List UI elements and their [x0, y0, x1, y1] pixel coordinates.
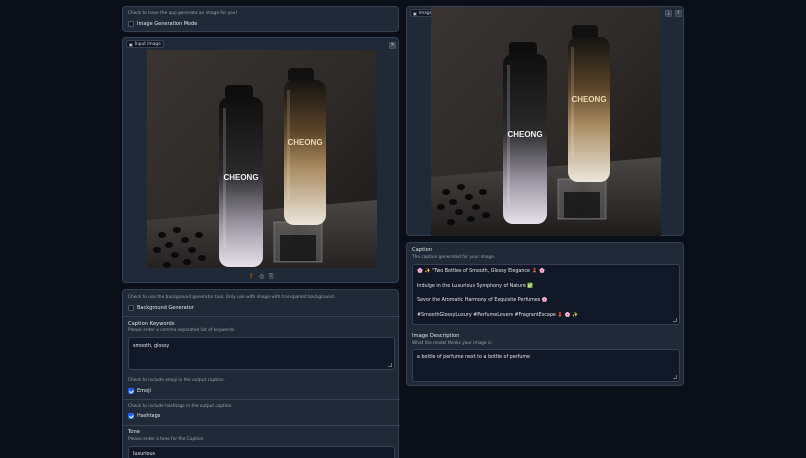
emoji-hint: Check to include emoji in the output cap… [128, 378, 225, 383]
caption-output[interactable]: 🌸 ✨ "Two Bottles of Smooth, Glossy Elega… [412, 264, 680, 325]
image-generation-hint: Check to have the app generate an image … [128, 11, 238, 16]
tone-input[interactable]: luxurious [128, 446, 395, 458]
image-description-label: Image Description [412, 333, 460, 339]
input-image-label: Input Image [134, 41, 161, 47]
emoji-label: Emoji [137, 388, 151, 394]
clear-image-button[interactable]: × [389, 42, 396, 49]
background-generator-checkbox[interactable] [128, 305, 134, 311]
output-image-preview [431, 7, 661, 236]
hashtags-hint: Check to include hashtags in the output … [128, 404, 233, 409]
caption-label: Caption [412, 247, 433, 253]
resize-handle[interactable] [673, 375, 677, 379]
image-generation-label: Image Generation Mode [137, 21, 198, 27]
background-generator-hint: Check to use the background generator to… [128, 295, 336, 300]
caption-hint: The caption generated for your image. [412, 255, 496, 260]
webcam-icon[interactable]: ◎ [259, 273, 264, 280]
resize-handle[interactable] [388, 363, 392, 367]
image-icon: ▣ [129, 41, 133, 47]
tone-value: luxurious [133, 452, 156, 457]
hashtags-checkbox[interactable] [128, 413, 134, 419]
download-icon: ⤓ [667, 11, 670, 16]
caption-keywords-label: Caption Keywords [128, 321, 175, 327]
input-image-tag: ▣ Input Image [126, 40, 164, 48]
tone-hint: Please enter a tone for the Caption. [128, 437, 205, 442]
caption-line: Indulge in the Luxurious Symphony of Nat… [417, 284, 534, 289]
resize-handle[interactable] [673, 318, 677, 322]
share-icon: ⇪ [676, 11, 681, 16]
download-button[interactable]: ⤓ [665, 10, 672, 17]
input-image-panel: ▣ Input Image × ⇧ ◎ ⎘ [122, 37, 399, 283]
input-image-preview [147, 50, 377, 268]
caption-keywords-input[interactable]: smooth, glossy [128, 337, 395, 370]
background-generator-label: Background Generator [137, 305, 194, 311]
image-generation-panel: Check to have the app generate an image … [122, 6, 399, 32]
image-icon: ▣ [413, 10, 417, 16]
output-image-panel: ▣ Image ⤓ ⇪ [406, 6, 684, 236]
caption-line: #SmoothGlossyLuxury #PerfumeLovers #Frag… [417, 313, 579, 318]
image-description-hint: What the model thinks your image is. [412, 341, 493, 346]
divider [123, 425, 400, 426]
share-button[interactable]: ⇪ [675, 10, 682, 17]
tone-label: Tone [128, 429, 140, 435]
image-description-value: a bottle of perfume next to a bottle of … [417, 355, 530, 360]
close-icon: × [390, 42, 395, 48]
caption-panel: Caption The caption generated for your i… [406, 242, 684, 386]
upload-icon[interactable]: ⇧ [249, 273, 254, 280]
divider [123, 316, 400, 317]
settings-panel: Check to use the background generator to… [122, 289, 400, 458]
divider [123, 399, 400, 400]
clipboard-icon[interactable]: ⎘ [269, 273, 274, 281]
caption-line: 🌸 ✨ "Two Bottles of Smooth, Glossy Elega… [417, 269, 545, 274]
hashtags-label: Hashtags [137, 413, 161, 419]
image-generation-checkbox[interactable] [128, 21, 134, 27]
caption-keywords-value: smooth, glossy [133, 344, 170, 349]
caption-line: Savor the Aromatic Harmony of Exquisite … [417, 298, 548, 303]
caption-keywords-hint: Please enter a comma separated list of k… [128, 328, 236, 333]
image-description-output[interactable]: a bottle of perfume next to a bottle of … [412, 349, 680, 382]
emoji-checkbox[interactable] [128, 388, 134, 394]
